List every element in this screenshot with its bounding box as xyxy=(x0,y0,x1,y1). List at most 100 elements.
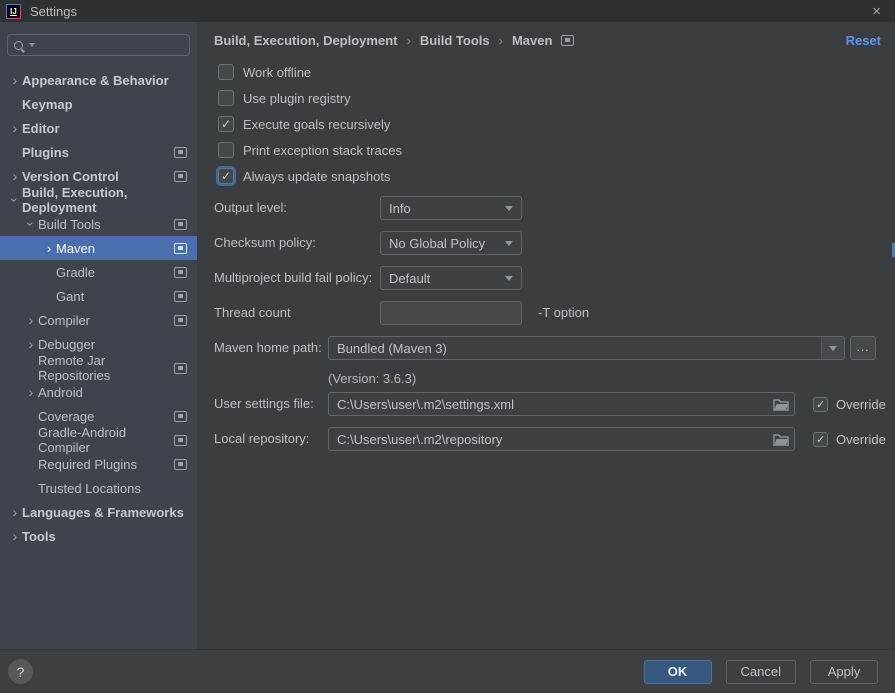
dropdown-arrow-icon xyxy=(829,346,837,351)
checkbox-row-print-exception-stack-traces[interactable]: Print exception stack traces xyxy=(218,142,402,158)
sidebar-item-plugins[interactable]: ›Plugins xyxy=(0,140,197,164)
breadcrumb-separator: › xyxy=(499,33,503,48)
folder-icon[interactable] xyxy=(768,428,794,450)
cancel-button[interactable]: Cancel xyxy=(726,660,796,684)
checkbox-row-always-update-snapshots[interactable]: Always update snapshots xyxy=(218,168,390,184)
settings-dialog: IJ Settings × ›Appearance & Behavior ›Ke… xyxy=(0,0,895,693)
fail-policy-label: Multiproject build fail policy: xyxy=(214,266,372,290)
chevron-down-icon: › xyxy=(8,193,22,207)
browse-button[interactable]: ... xyxy=(850,336,876,360)
project-scope-icon xyxy=(174,459,187,470)
chevron-right-icon: › xyxy=(24,313,38,327)
sidebar-item-android[interactable]: ›Android xyxy=(0,380,197,404)
local-repository-input[interactable]: C:\Users\user\.m2\repository xyxy=(328,427,795,451)
chevron-right-icon: › xyxy=(8,73,22,87)
thread-count-label: Thread count xyxy=(214,301,291,325)
search-icon xyxy=(14,41,23,50)
window-title: Settings xyxy=(30,4,77,19)
thread-count-input[interactable] xyxy=(380,301,522,325)
sidebar-item-appearance-behavior[interactable]: ›Appearance & Behavior xyxy=(0,68,197,92)
project-scope-icon xyxy=(174,147,187,158)
checkbox-unchecked-icon[interactable] xyxy=(218,90,234,106)
help-button[interactable]: ? xyxy=(8,659,33,684)
user-settings-override[interactable]: Override xyxy=(813,392,886,416)
fail-policy-select[interactable]: Default xyxy=(380,266,522,290)
maven-home-combobox[interactable]: Bundled (Maven 3) xyxy=(328,336,845,360)
checksum-policy-label: Checksum policy: xyxy=(214,231,316,255)
checkbox-unchecked-icon[interactable] xyxy=(218,142,234,158)
local-repository-label: Local repository: xyxy=(214,427,309,451)
checkbox-checked-icon[interactable] xyxy=(813,397,828,412)
maven-version-note: (Version: 3.6.3) xyxy=(328,371,416,386)
project-scope-icon xyxy=(174,411,187,422)
project-scope-icon xyxy=(174,291,187,302)
sidebar-item-trusted-locations[interactable]: ›Trusted Locations xyxy=(0,476,197,500)
checkbox-checked-icon[interactable] xyxy=(218,168,234,184)
search-history-chevron-icon xyxy=(29,43,35,47)
sidebar-item-maven[interactable]: ›Maven xyxy=(0,236,197,260)
sidebar-item-editor[interactable]: ›Editor xyxy=(0,116,197,140)
apply-button[interactable]: Apply xyxy=(810,660,878,684)
maven-home-label: Maven home path: xyxy=(214,336,322,360)
breadcrumb-item[interactable]: Build Tools xyxy=(420,33,490,48)
chevron-right-icon: › xyxy=(8,121,22,135)
sidebar-item-tools[interactable]: ›Tools xyxy=(0,524,197,548)
output-level-label: Output level: xyxy=(214,196,287,220)
project-scope-icon xyxy=(174,363,187,374)
sidebar-item-gradle-android-compiler[interactable]: ›Gradle-Android Compiler xyxy=(0,428,197,452)
checksum-policy-select[interactable]: No Global Policy xyxy=(380,231,522,255)
chevron-down-icon: › xyxy=(24,217,38,231)
combobox-dropdown-button[interactable] xyxy=(821,337,844,359)
local-repository-override[interactable]: Override xyxy=(813,427,886,451)
folder-icon[interactable] xyxy=(768,393,794,415)
user-settings-input[interactable]: C:\Users\user\.m2\settings.xml xyxy=(328,392,795,416)
checkbox-checked-icon[interactable] xyxy=(218,116,234,132)
breadcrumb-item[interactable]: Build, Execution, Deployment xyxy=(214,33,397,48)
dialog-footer: ? OK Cancel Apply xyxy=(0,649,895,693)
title-bar: IJ Settings × xyxy=(0,0,895,22)
project-scope-icon xyxy=(174,435,187,446)
sidebar-item-compiler[interactable]: ›Compiler xyxy=(0,308,197,332)
project-scope-icon xyxy=(174,267,187,278)
chevron-right-icon: › xyxy=(24,385,38,399)
sidebar-item-gant[interactable]: ›Gant xyxy=(0,284,197,308)
checkbox-checked-icon[interactable] xyxy=(813,432,828,447)
project-scope-icon xyxy=(561,35,574,46)
maven-settings-panel: Build, Execution, Deployment › Build Too… xyxy=(197,22,895,649)
chevron-right-icon: › xyxy=(8,529,22,543)
sidebar-item-remote-jar-repositories[interactable]: ›Remote Jar Repositories xyxy=(0,356,197,380)
chevron-right-icon: › xyxy=(8,169,22,183)
chevron-right-icon: › xyxy=(24,337,38,351)
sidebar-item-keymap[interactable]: ›Keymap xyxy=(0,92,197,116)
settings-tree: ›Appearance & Behavior ›Keymap ›Editor ›… xyxy=(0,68,197,548)
intellij-logo-icon: IJ xyxy=(6,4,21,19)
close-icon[interactable]: × xyxy=(872,4,881,19)
checkbox-row-work-offline[interactable]: Work offline xyxy=(218,64,311,80)
sidebar-item-build-tools[interactable]: ›Build Tools xyxy=(0,212,197,236)
dropdown-arrow-icon xyxy=(505,241,513,246)
sidebar-item-languages-frameworks[interactable]: ›Languages & Frameworks xyxy=(0,500,197,524)
sidebar-item-gradle[interactable]: ›Gradle xyxy=(0,260,197,284)
user-settings-label: User settings file: xyxy=(214,392,314,416)
settings-sidebar: ›Appearance & Behavior ›Keymap ›Editor ›… xyxy=(0,22,197,649)
sidebar-item-build-execution-deployment[interactable]: ›Build, Execution, Deployment xyxy=(0,188,197,212)
project-scope-icon xyxy=(174,219,187,230)
checkbox-row-use-plugin-registry[interactable]: Use plugin registry xyxy=(218,90,351,106)
dropdown-arrow-icon xyxy=(505,276,513,281)
search-input[interactable] xyxy=(7,34,190,56)
checkbox-unchecked-icon[interactable] xyxy=(218,64,234,80)
thread-count-hint: -T option xyxy=(538,301,589,325)
reset-link[interactable]: Reset xyxy=(846,33,881,48)
chevron-right-icon: › xyxy=(8,505,22,519)
sidebar-item-required-plugins[interactable]: ›Required Plugins xyxy=(0,452,197,476)
project-scope-icon xyxy=(174,315,187,326)
breadcrumb-item[interactable]: Maven xyxy=(512,33,552,48)
project-scope-icon xyxy=(174,243,187,254)
dropdown-arrow-icon xyxy=(505,206,513,211)
checkbox-row-execute-goals-recursively[interactable]: Execute goals recursively xyxy=(218,116,390,132)
project-scope-icon xyxy=(174,171,187,182)
output-level-select[interactable]: Info xyxy=(380,196,522,220)
breadcrumb-separator: › xyxy=(406,33,410,48)
chevron-right-icon: › xyxy=(42,241,56,255)
ok-button[interactable]: OK xyxy=(644,660,712,684)
